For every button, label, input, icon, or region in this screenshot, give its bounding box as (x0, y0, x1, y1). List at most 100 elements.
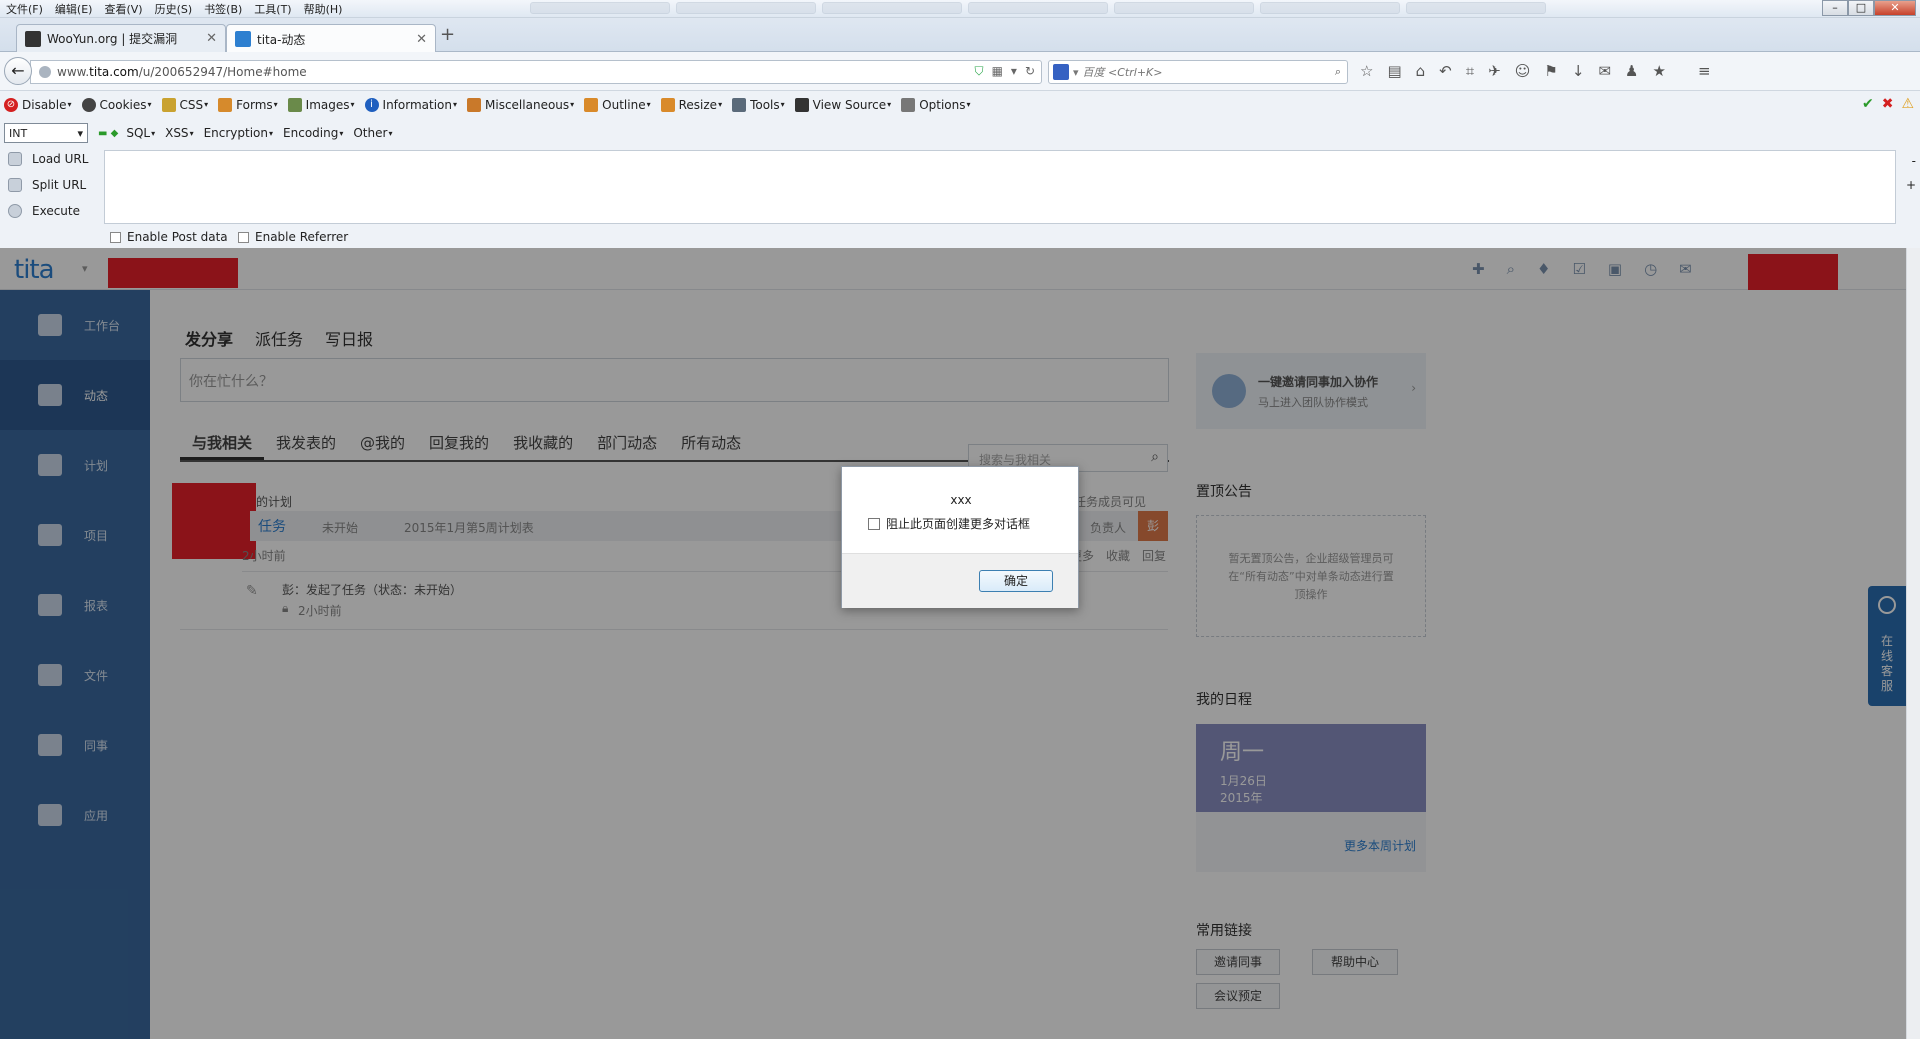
hb-menu-encryption[interactable]: Encryption ▾ (204, 126, 273, 140)
chevron-down-icon[interactable]: ▾ (1073, 66, 1079, 79)
wd-disable[interactable]: ⊘ Disable ▾ (4, 97, 72, 112)
back-button[interactable]: ← (4, 57, 32, 85)
tools-icon (732, 97, 747, 112)
url-bar[interactable]: www. tita.com/u/200652947/Home#home ⛉ ▦ ▾… (30, 60, 1042, 84)
window-close-button[interactable]: ✕ (1874, 0, 1916, 16)
status-icons: ✔ ✖ ⚠ (1862, 96, 1914, 112)
menu-view[interactable]: 查看(V) (98, 1, 148, 17)
wd-label: Disable (22, 97, 67, 112)
wd-css[interactable]: CSS ▾ (161, 97, 208, 112)
hb-menu-other[interactable]: Other ▾ (353, 126, 392, 140)
image-icon (287, 97, 302, 112)
error-icon[interactable]: ✖ (1882, 96, 1894, 112)
minimize-button[interactable]: – (1822, 0, 1848, 16)
ok-button[interactable]: 确定 (979, 570, 1053, 592)
close-tab-icon[interactable]: ✕ (416, 32, 427, 47)
hb-menu-xss[interactable]: XSS ▾ (165, 126, 193, 140)
wd-information[interactable]: i Information ▾ (364, 97, 457, 112)
dropdown-icon: ▾ (147, 100, 152, 109)
tab-title: WooYun.org | 提交漏洞 (47, 32, 178, 46)
flag-icon[interactable]: ⚑ (1544, 62, 1557, 80)
navigation-bar: www. tita.com/u/200652947/Home#home ⛉ ▦ ▾… (0, 52, 1920, 91)
hamburger-menu-icon[interactable]: ≡ (1698, 62, 1711, 80)
reload-icon[interactable]: ↻ (1025, 64, 1035, 79)
enable-referrer-checkbox[interactable]: Enable Referrer (238, 230, 348, 244)
dropdown-icon: ▾ (151, 128, 156, 138)
hb-label: Encoding (283, 126, 339, 140)
search-icon[interactable]: ⌕ (1335, 65, 1341, 79)
new-tab-button[interactable]: + (440, 24, 455, 45)
toolbox-icon (467, 97, 482, 112)
wd-view-source[interactable]: View Source ▾ (794, 97, 891, 112)
close-tab-icon[interactable]: ✕ (206, 31, 217, 46)
warning-icon[interactable]: ⚠ (1901, 96, 1914, 112)
hb-menu-encoding[interactable]: Encoding ▾ (283, 126, 343, 140)
modal-overlay (0, 248, 1906, 1039)
wd-cookies[interactable]: Cookies ▾ (81, 97, 152, 112)
menu-help[interactable]: 帮助(H) (298, 1, 349, 17)
source-icon (794, 97, 809, 112)
dropdown-icon[interactable]: ▾ (1011, 64, 1017, 79)
search-box[interactable]: ▾ 百度 <Ctrl+K> ⌕ (1048, 60, 1348, 84)
menu-edit[interactable]: 编辑(E) (49, 1, 99, 17)
enable-post-checkbox[interactable]: Enable Post data (110, 230, 228, 244)
bg-tab (1260, 2, 1400, 14)
wd-outline[interactable]: Outline ▾ (584, 97, 651, 112)
wd-tools[interactable]: Tools ▾ (732, 97, 785, 112)
execute-button[interactable]: Execute (8, 204, 80, 218)
maximize-button[interactable]: □ (1848, 0, 1874, 16)
wd-label: Miscellaneous (485, 97, 570, 112)
star-badge-icon[interactable]: ★ (1652, 62, 1665, 80)
menu-tools[interactable]: 工具(T) (248, 1, 297, 17)
hb-label: SQL (126, 126, 151, 140)
hb-button-label: Split URL (32, 178, 87, 192)
undo-icon[interactable]: ↶ (1439, 62, 1452, 80)
qr-code-icon[interactable]: ▦ (992, 64, 1003, 79)
shrink-button[interactable]: - (1912, 154, 1916, 168)
wd-images[interactable]: Images ▾ (287, 97, 355, 112)
page-scrollbar[interactable] (1906, 248, 1920, 1039)
suppress-dialogs-checkbox[interactable]: 阻止此页面创建更多对话框 (868, 515, 1030, 532)
hackbar-panel: Load URL Split URL Execute - + Enable Po… (0, 148, 1920, 248)
menu-bookmarks[interactable]: 书签(B) (198, 1, 248, 17)
int-select[interactable]: INT ▾ (4, 123, 88, 143)
hb-menu-sql[interactable]: SQL ▾ (126, 126, 155, 140)
green-dots-icon: ▬ ◆ (98, 127, 119, 139)
execute-icon (8, 204, 22, 218)
wd-label: View Source (812, 97, 887, 112)
url-domain: tita.com (89, 65, 139, 79)
bg-tab (530, 2, 670, 14)
wd-misc[interactable]: Miscellaneous ▾ (467, 97, 575, 112)
dropdown-icon: ▾ (966, 100, 971, 109)
select-value: INT (9, 126, 28, 140)
dropdown-icon: ▾ (269, 128, 274, 138)
hackbar-url-textarea[interactable] (104, 150, 1896, 224)
shield-icon[interactable]: ⛉ (975, 64, 984, 79)
home-icon[interactable]: ⌂ (1416, 62, 1426, 80)
tab-tita[interactable]: tita-动态 ✕ (226, 24, 436, 53)
menu-file[interactable]: 文件(F) (0, 1, 49, 17)
dropdown-icon: ▾ (339, 128, 344, 138)
chat-icon[interactable]: ✉ (1598, 62, 1611, 80)
wd-forms[interactable]: Forms ▾ (218, 97, 278, 112)
wd-options[interactable]: Options ▾ (901, 97, 971, 112)
dropdown-icon: ▾ (570, 100, 575, 109)
download-icon[interactable]: ↓ (1572, 62, 1585, 80)
user-icon[interactable]: ♟ (1625, 62, 1638, 80)
menu-history[interactable]: 历史(S) (149, 1, 199, 17)
wd-resize[interactable]: Resize ▾ (660, 97, 722, 112)
reading-list-icon[interactable]: ▤ (1387, 62, 1401, 80)
expand-button[interactable]: + (1906, 178, 1916, 192)
tab-wooyun[interactable]: WooYun.org | 提交漏洞 ✕ (16, 24, 226, 52)
face-icon[interactable]: ☺ (1515, 62, 1531, 80)
info-icon: i (364, 97, 379, 112)
bookmark-star-icon[interactable]: ☆ (1360, 62, 1373, 80)
load-url-button[interactable]: Load URL (8, 152, 88, 166)
split-url-button[interactable]: Split URL (8, 178, 86, 192)
checkmark-icon[interactable]: ✔ (1862, 96, 1874, 112)
crop-icon[interactable]: ⌗ (1466, 62, 1474, 80)
baidu-icon (1053, 64, 1069, 80)
plane-icon[interactable]: ✈ (1488, 62, 1501, 80)
window-controls: – □ ✕ (1822, 0, 1916, 16)
search-placeholder: 百度 <Ctrl+K> (1082, 66, 1163, 79)
